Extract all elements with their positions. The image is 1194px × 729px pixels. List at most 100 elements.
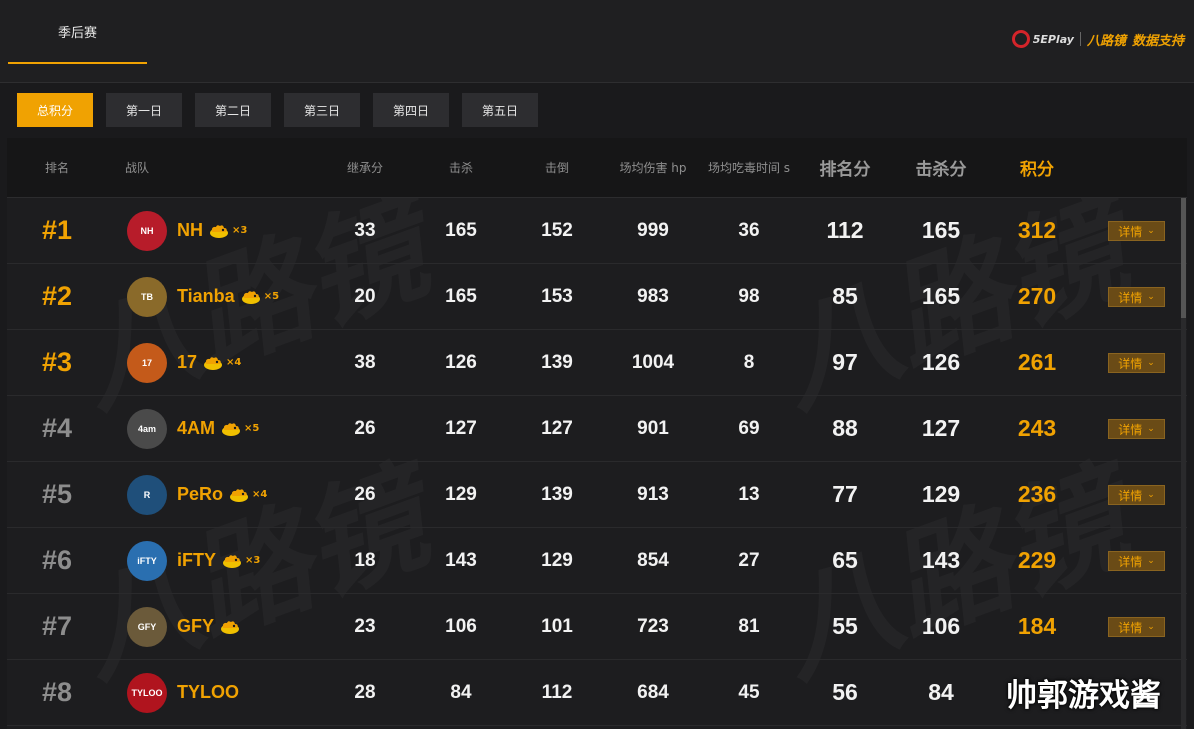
table-row[interactable]: #2 TB Tianba ×5 20 165 153 983 98 85 165 270 详情 ⌄: [7, 264, 1187, 330]
rank-points-cell: 56: [832, 679, 858, 705]
team-cell: TB Tianba ×5: [127, 264, 279, 329]
table-row[interactable]: #6 iFTY iFTY ×3 18 143 129 854 27 65 143 229 详情 ⌄: [7, 528, 1187, 594]
chicken-count: ×4: [226, 357, 242, 368]
details-button[interactable]: 详情 ⌄: [1108, 353, 1165, 373]
knocks-cell: 112: [541, 681, 573, 703]
chicken-dinners: ×5: [220, 421, 259, 437]
total-points-cell: 270: [1017, 283, 1057, 309]
standings-table: 八路镜 八路镜 八路镜 八路镜 排名 战队 继承分 击杀 击倒 场均伤害 hp …: [7, 138, 1187, 729]
day-tabs: 总积分 第一日 第二日 第三日 第四日 第五日: [17, 93, 538, 127]
team-name: NH: [177, 220, 203, 240]
chicken-dinner-icon: [210, 224, 228, 238]
team-cell: TYLOO TYLOO: [127, 660, 244, 725]
rank-points-cell: 97: [832, 349, 858, 375]
details-button[interactable]: 详情 ⌄: [1108, 221, 1165, 241]
team-cell: GFY GFY: [127, 594, 243, 659]
brand-divider: [1079, 32, 1081, 46]
team-logo: R: [127, 474, 167, 515]
table-row[interactable]: #3 17 17 ×4 38 126 139 1004 8 97 126 261 详情 ⌄: [7, 330, 1187, 396]
avg-damage-cell: 723: [637, 615, 669, 637]
col-rank: 排名: [44, 161, 69, 175]
knocks-cell: 101: [541, 615, 573, 637]
team-cell: iFTY iFTY ×3: [127, 528, 260, 593]
day-tab[interactable]: 总积分: [17, 93, 93, 127]
kill-points-cell: 129: [921, 481, 961, 507]
avg-damage-cell: 854: [637, 549, 669, 571]
col-total-points: 积分: [1020, 160, 1054, 180]
rank-cell: #1: [41, 215, 73, 245]
knocks-cell: 139: [541, 483, 573, 505]
day-tab[interactable]: 第五日: [462, 93, 538, 127]
details-button[interactable]: 详情 ⌄: [1108, 419, 1165, 439]
kill-points-cell: 106: [921, 613, 961, 639]
chicken-dinners: ×4: [202, 355, 241, 371]
chicken-dinners: ×4: [228, 487, 267, 503]
col-rank-points: 排名分: [819, 160, 871, 180]
table-row[interactable]: #5 R PeRo ×4 26 129 139 913 13 77 129 236 详情 ⌄: [7, 462, 1187, 528]
kills-cell: 106: [445, 615, 477, 637]
total-points-cell: 243: [1017, 415, 1057, 441]
chicken-dinner-icon: [241, 290, 260, 304]
data-support-label: 数据支持: [1131, 33, 1184, 49]
inherit-cell: 28: [354, 681, 376, 703]
day-tab[interactable]: 第三日: [284, 93, 360, 127]
details-button[interactable]: 详情 ⌄: [1108, 617, 1165, 637]
avg-damage-cell: 999: [637, 219, 669, 241]
chicken-dinners: ×3: [221, 553, 260, 569]
team-logo: 17: [127, 342, 167, 383]
details-button[interactable]: 详情 ⌄: [1108, 287, 1165, 307]
tab-playoffs[interactable]: 季后赛: [8, 0, 147, 64]
chicken-dinners: [219, 619, 243, 635]
details-button[interactable]: 详情 ⌄: [1108, 485, 1165, 505]
table-row[interactable]: #7 GFY GFY 23 106 101 723 81 55 106 184 详情 ⌄: [7, 594, 1187, 660]
day-tab[interactable]: 第一日: [106, 93, 182, 127]
day-tab[interactable]: 第二日: [195, 93, 271, 127]
inherit-cell: 23: [354, 615, 376, 637]
rank-cell: #3: [41, 347, 73, 377]
details-button[interactable]: 详情 ⌄: [1108, 551, 1165, 571]
kill-points-cell: 84: [928, 679, 954, 705]
avg-damage-cell: 983: [637, 285, 669, 307]
kills-cell: 129: [445, 483, 477, 505]
col-avg-damage: 场均伤害 hp: [619, 161, 687, 175]
chevron-down-icon: ⌄: [1147, 622, 1155, 632]
scrollbar[interactable]: [1181, 198, 1186, 729]
top-bar: 季后赛 5EPlay 八路镜 数据支持: [0, 0, 1194, 83]
chicken-count: ×5: [263, 291, 280, 302]
team-name: Tianba: [177, 286, 235, 306]
avg-damage-cell: 1004: [631, 351, 675, 373]
rank-points-cell: 85: [832, 283, 858, 309]
kills-cell: 165: [445, 285, 477, 307]
avg-damage-cell: 901: [637, 417, 669, 439]
chicken-dinner-icon: [223, 554, 241, 568]
kill-points-cell: 126: [921, 349, 961, 375]
chicken-count: ×5: [244, 423, 260, 434]
scrollbar-thumb[interactable]: [1181, 198, 1186, 318]
chicken-dinner-icon: [221, 620, 240, 634]
avg-poison-cell: 8: [743, 351, 755, 373]
knocks-cell: 139: [541, 351, 573, 373]
chicken-dinner-icon: [230, 488, 249, 502]
knocks-cell: 129: [541, 549, 573, 571]
avg-poison-cell: 13: [738, 483, 760, 505]
chicken-count: ×3: [232, 225, 248, 236]
team-name: 17: [177, 352, 198, 372]
chicken-count: ×4: [252, 489, 268, 500]
details-label: 详情: [1118, 356, 1143, 371]
avg-damage-cell: 913: [637, 483, 669, 505]
table-header: 排名 战队 继承分 击杀 击倒 场均伤害 hp 场均吃毒时间 s 排名分 击杀分…: [7, 138, 1187, 198]
table-row[interactable]: #1 NH NH ×3 33 165 152 999 36 112 165 312 详情 ⌄: [7, 198, 1187, 264]
chicken-dinner-icon: [204, 356, 223, 370]
team-cell: NH NH ×3: [127, 198, 247, 263]
kills-cell: 84: [450, 681, 472, 703]
table-row[interactable]: #4 4am 4AM ×5 26 127 127 901 69 88 127 243 详情 ⌄: [7, 396, 1187, 462]
5eplay-logo: 5EPlay: [1011, 30, 1074, 48]
day-tab[interactable]: 第四日: [373, 93, 449, 127]
rank-points-cell: 77: [832, 481, 858, 507]
col-kills: 击杀: [448, 161, 473, 175]
team-logo: TYLOO: [127, 672, 167, 713]
kill-points-cell: 165: [921, 283, 961, 309]
rank-points-cell: 88: [832, 415, 858, 441]
rank-cell: #2: [41, 281, 73, 311]
rank-cell: #5: [41, 479, 73, 509]
